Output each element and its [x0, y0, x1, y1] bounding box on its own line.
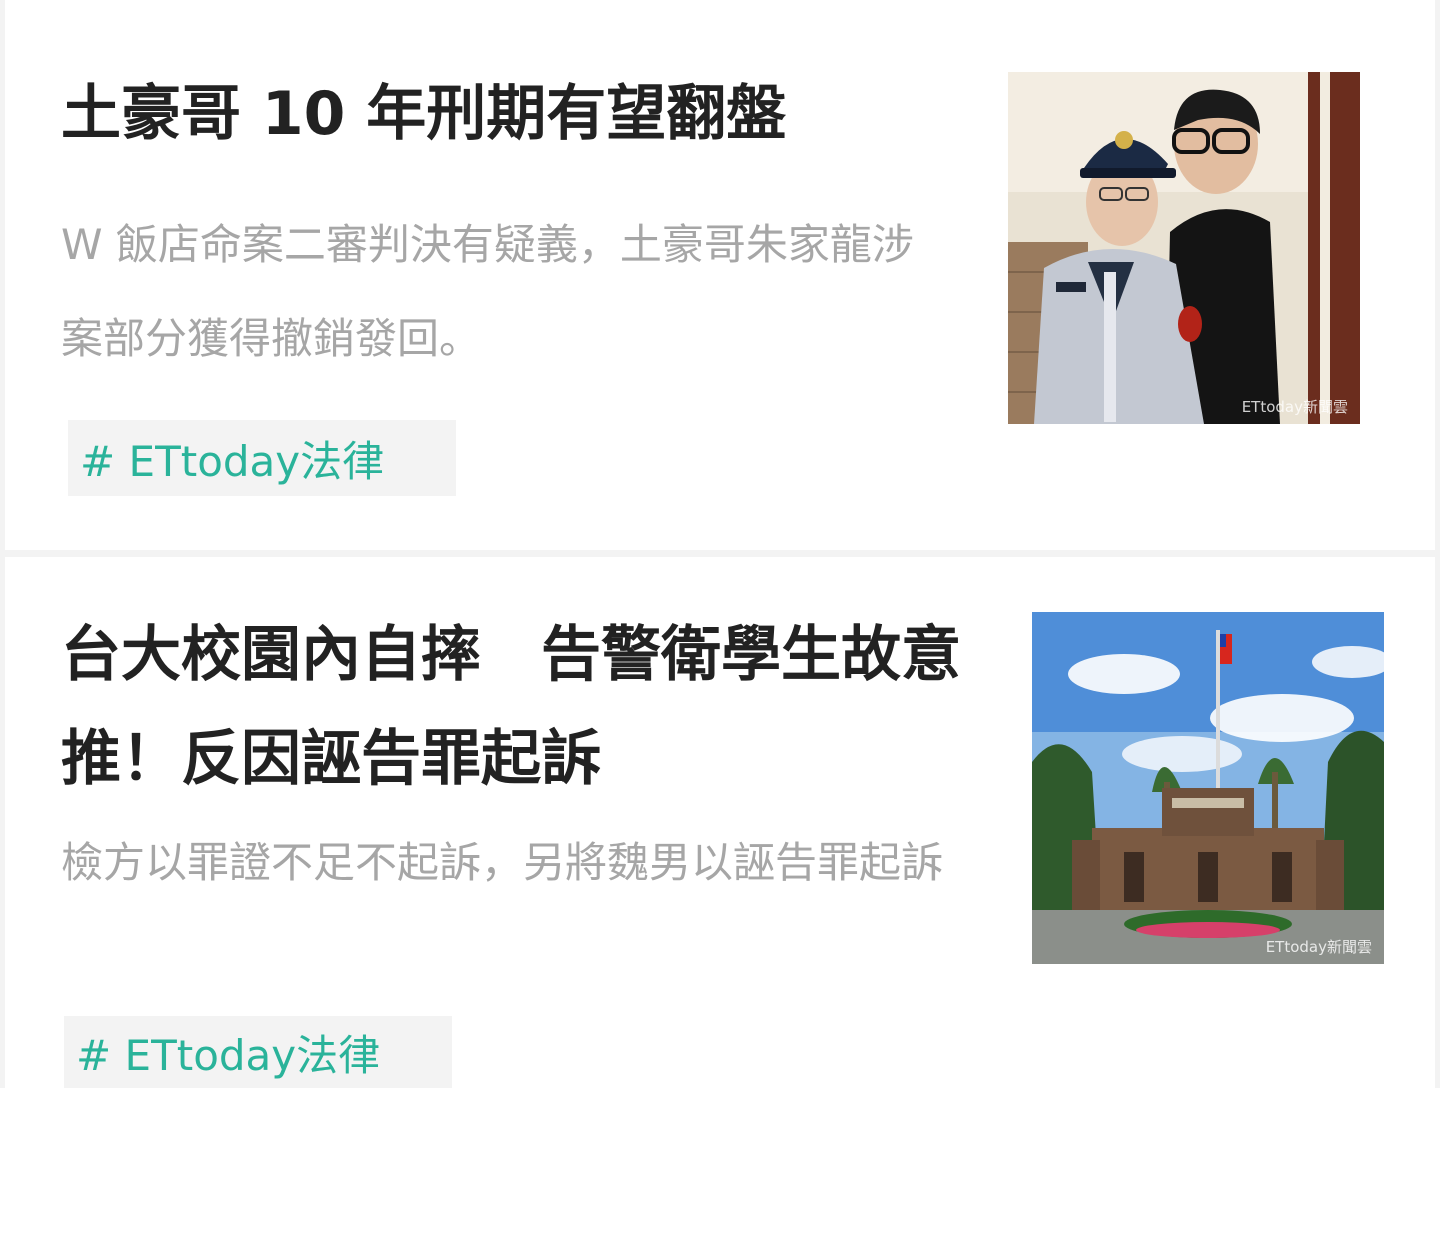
thumbnail-image-police-escort: ETtoday新聞雲: [1008, 72, 1360, 424]
article-title[interactable]: 土豪哥 10 年刑期有望翻盤: [61, 62, 921, 166]
article-title[interactable]: 台大校園內自摔 告警衛學生故意推！反因誣告罪起訴: [61, 603, 981, 811]
thumbnail-watermark: ETtoday新聞雲: [1266, 938, 1372, 956]
thumbnail-image-campus-gate: ETtoday新聞雲: [1032, 612, 1384, 964]
article-card[interactable]: 土豪哥 10 年刑期有望翻盤 W 飯店命案二審判決有疑義，土豪哥朱家龍涉案部分獲…: [5, 0, 1435, 550]
article-thumbnail[interactable]: ETtoday新聞雲: [1032, 612, 1384, 964]
category-tag[interactable]: # ETtoday法律: [68, 420, 456, 496]
article-summary: 檢方以罪證不足不起訴，另將魏男以誣告罪起訴: [61, 838, 944, 887]
article-thumbnail[interactable]: ETtoday新聞雲: [1008, 72, 1360, 424]
category-tag[interactable]: # ETtoday法律: [64, 1016, 452, 1088]
thumbnail-watermark: ETtoday新聞雲: [1242, 398, 1348, 416]
article-list: 土豪哥 10 年刑期有望翻盤 W 飯店命案二審判決有疑義，土豪哥朱家龍涉案部分獲…: [0, 0, 1440, 1252]
article-card[interactable]: 台大校園內自摔 告警衛學生故意推！反因誣告罪起訴 檢方以罪證不足不起訴，另將魏男…: [5, 557, 1435, 1088]
page-bottom-blank: [0, 1088, 1440, 1252]
article-summary: W 飯店命案二審判決有疑義，土豪哥朱家龍涉案部分獲得撤銷發回。: [61, 220, 914, 363]
